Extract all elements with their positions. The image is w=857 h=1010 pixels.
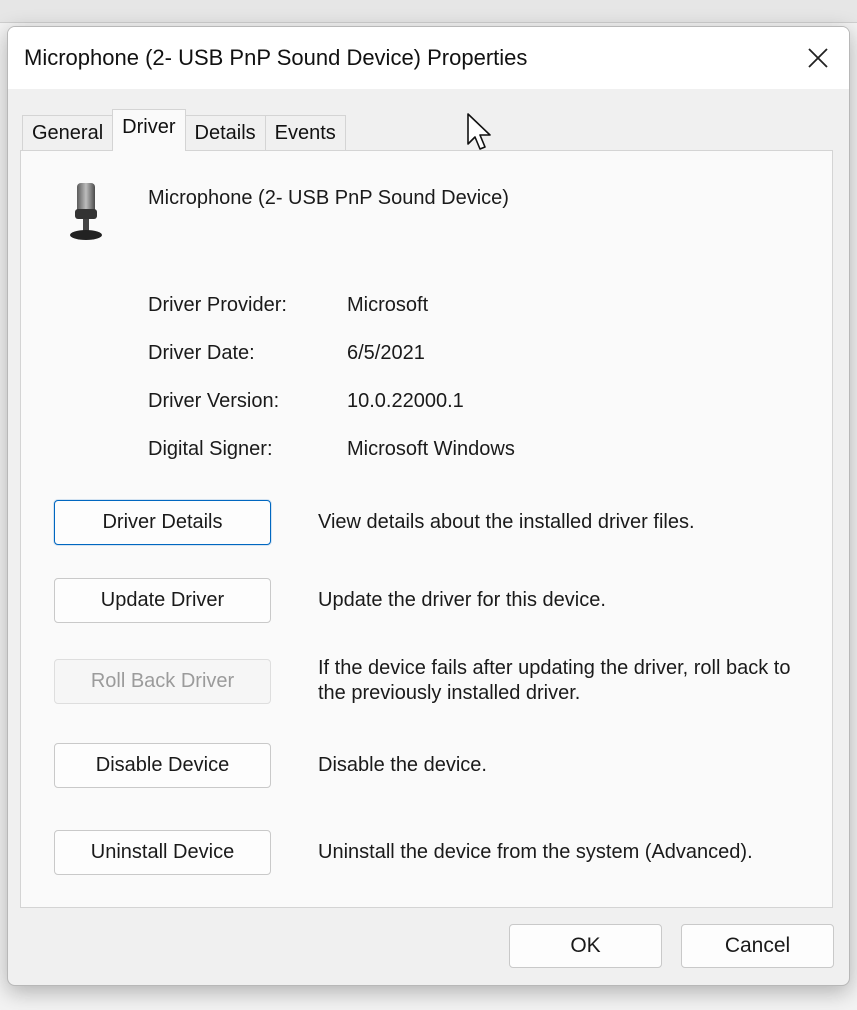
- action-description: View details about the installed driver …: [318, 511, 695, 533]
- close-button[interactable]: [787, 27, 849, 89]
- prop-value: Microsoft: [347, 293, 429, 316]
- prop-label: Driver Version:: [148, 389, 280, 412]
- prop-driver-provider: Driver Provider: Microsoft: [148, 281, 515, 329]
- action-row-uninstall-device: Uninstall Device Uninstall the device fr…: [54, 830, 808, 875]
- prop-value: 10.0.22000.1: [347, 389, 464, 412]
- tab-strip: General Driver Details Events: [22, 109, 346, 151]
- ok-button[interactable]: OK: [509, 924, 662, 968]
- mouse-pointer-icon: [467, 113, 491, 150]
- prop-driver-version: Driver Version: 10.0.22000.1: [148, 377, 515, 425]
- prop-digital-signer: Digital Signer: Microsoft Windows: [148, 425, 515, 473]
- prop-value: 6/5/2021: [347, 341, 425, 364]
- microphone-icon: [70, 183, 102, 240]
- prop-label: Driver Provider:: [148, 293, 287, 316]
- action-row-driver-details: Driver Details View details about the in…: [54, 500, 808, 545]
- roll-back-driver-button[interactable]: Roll Back Driver: [54, 658, 271, 704]
- tab-driver[interactable]: Driver: [112, 109, 186, 151]
- prop-label: Digital Signer:: [148, 437, 273, 460]
- title-bar[interactable]: Microphone (2- USB PnP Sound Device) Pro…: [8, 27, 849, 89]
- close-icon: [808, 48, 828, 68]
- driver-details-button[interactable]: Driver Details: [54, 500, 271, 545]
- device-name: Microphone (2- USB PnP Sound Device): [148, 187, 509, 209]
- driver-tab-panel: Microphone (2- USB PnP Sound Device) Dri…: [20, 150, 833, 908]
- background-window-header: [0, 0, 857, 23]
- action-description: Uninstall the device from the system (Ad…: [318, 841, 753, 863]
- properties-dialog: Microphone (2- USB PnP Sound Device) Pro…: [7, 26, 850, 986]
- tab-details[interactable]: Details: [184, 115, 266, 151]
- tab-events[interactable]: Events: [264, 115, 346, 151]
- dialog-title: Microphone (2- USB PnP Sound Device) Pro…: [24, 45, 528, 70]
- prop-label: Driver Date:: [148, 341, 255, 364]
- tab-general[interactable]: General: [22, 115, 114, 151]
- action-description: Update the driver for this device.: [318, 589, 606, 611]
- prop-value: Microsoft Windows: [347, 437, 515, 460]
- prop-driver-date: Driver Date: 6/5/2021: [148, 329, 515, 377]
- cancel-button[interactable]: Cancel: [681, 924, 834, 968]
- action-row-disable-device: Disable Device Disable the device.: [54, 743, 808, 788]
- action-row-update-driver: Update Driver Update the driver for this…: [54, 578, 808, 623]
- disable-device-button[interactable]: Disable Device: [54, 743, 271, 788]
- action-description: Disable the device.: [318, 754, 487, 776]
- uninstall-device-button[interactable]: Uninstall Device: [54, 830, 271, 875]
- update-driver-button[interactable]: Update Driver: [54, 578, 271, 623]
- driver-properties: Driver Provider: Microsoft Driver Date: …: [148, 281, 515, 473]
- action-description: If the device fails after updating the d…: [318, 657, 791, 704]
- action-row-roll-back-driver: Roll Back Driver If the device fails aft…: [54, 656, 808, 706]
